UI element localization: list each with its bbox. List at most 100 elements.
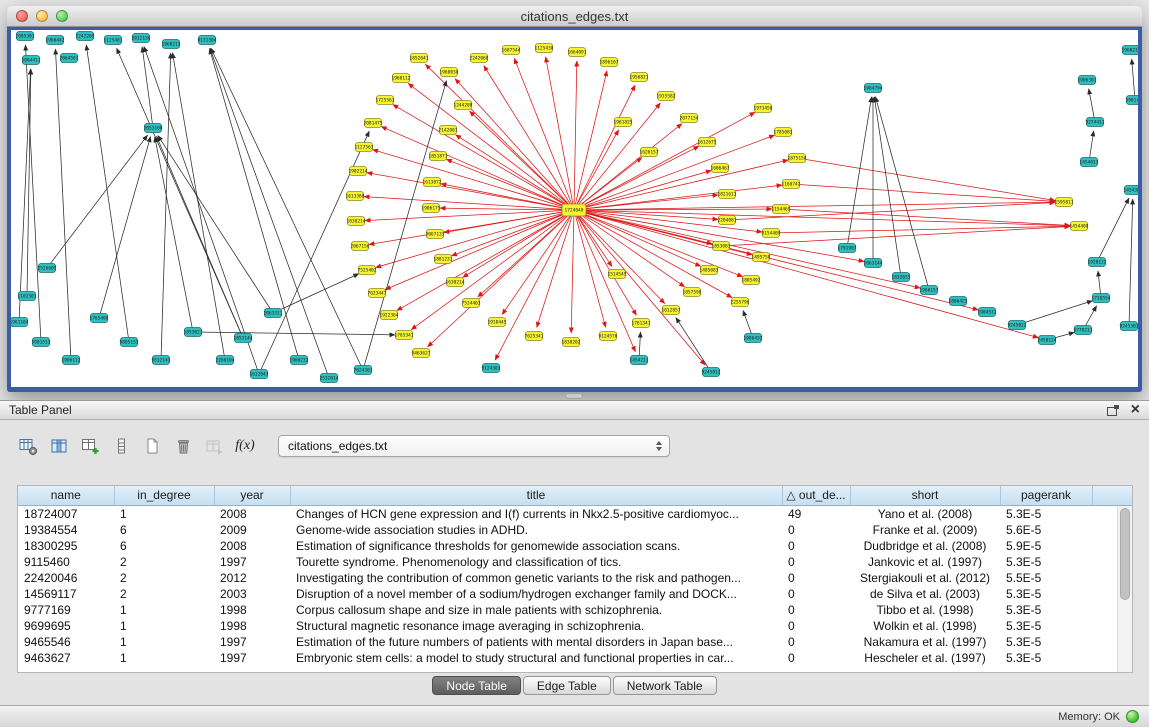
table-row[interactable]: 969969511998Structural magnetic resonanc… [18, 618, 1132, 634]
table-scrollbar[interactable] [1117, 506, 1132, 672]
graph-node[interactable]: 1961104 [11, 318, 29, 327]
graph-node[interactable]: 2142001 [439, 126, 458, 135]
table-row[interactable]: 1456911722003Disruption of a novel membe… [18, 586, 1132, 602]
graph-node[interactable]: 2012136 [132, 34, 151, 43]
graph-node[interactable]: 2077134 [680, 114, 699, 123]
tab-network-table[interactable]: Network Table [613, 676, 717, 695]
graph-node[interactable]: 1454408 [1070, 222, 1089, 231]
graph-node[interactable]: 1084411 [22, 56, 41, 65]
graph-node[interactable]: 1832015 [892, 273, 911, 282]
graph-node[interactable]: 1125401 [104, 36, 123, 45]
graph-node[interactable]: 1765408 [90, 314, 109, 323]
graph-node[interactable]: 9274411 [1086, 118, 1105, 127]
graph-node[interactable]: 1851871 [429, 152, 448, 161]
graph-node[interactable]: 2063311 [264, 309, 283, 318]
graph-node[interactable]: 1612857 [662, 306, 681, 315]
column-header[interactable]: in_degree [114, 486, 214, 505]
new-table-button[interactable] [138, 432, 166, 460]
close-window-button[interactable] [16, 10, 28, 22]
graph-node[interactable]: 2450124 [1038, 336, 1057, 345]
graph-node[interactable]: 9245301 [1120, 322, 1138, 331]
panel-splitter-handle[interactable] [565, 393, 583, 399]
graph-node[interactable]: 1791907 [838, 244, 857, 253]
graph-node[interactable]: 6770211 [1074, 326, 1093, 335]
graph-node[interactable]: 7624301 [354, 366, 373, 375]
column-header[interactable] [1092, 486, 1132, 505]
graph-node[interactable]: 1973458 [754, 104, 773, 113]
graph-node[interactable]: 1160742 [782, 180, 801, 189]
graph-node[interactable]: 2532014 [320, 374, 339, 383]
table-scrollbar-thumb[interactable] [1120, 508, 1130, 600]
graph-node[interactable]: 1613388 [346, 192, 365, 201]
column-header[interactable]: △ out_de... [782, 486, 850, 505]
graph-node[interactable]: 1853083 [712, 242, 731, 251]
table-row[interactable]: 1830029562008Estimation of significance … [18, 538, 1132, 554]
graph-node[interactable]: 9154409 [762, 229, 781, 238]
graph-node[interactable]: 1125438 [535, 44, 554, 53]
graph-node[interactable]: 7623447 [368, 289, 387, 298]
graph-node[interactable]: 1961825 [614, 118, 633, 127]
graph-node[interactable]: 1881231 [434, 255, 453, 264]
graph-node[interactable]: 1687544 [502, 46, 521, 55]
graph-node[interactable]: 1154469 [772, 205, 791, 214]
graph-node[interactable]: 1906301 [1078, 76, 1097, 85]
graph-node[interactable]: 1896107 [600, 58, 619, 67]
graph-node[interactable]: 2242269 [76, 32, 95, 41]
graph-node[interactable]: 1244208 [454, 101, 473, 110]
table-row[interactable]: 1872400712008Changes of HCN gene express… [18, 505, 1132, 522]
graph-node[interactable]: 1960232 [290, 356, 309, 365]
network-table-selector[interactable]: citations_edges.txt [278, 435, 670, 457]
graph-node[interactable]: 1761341 [632, 319, 651, 328]
graph-node[interactable]: 1915582 [657, 92, 676, 101]
graph-node[interactable]: 1765341 [395, 331, 414, 340]
graph-node[interactable]: 1724040 [562, 204, 586, 216]
window-titlebar[interactable]: citations_edges.txt [7, 6, 1142, 27]
graph-node[interactable]: 1806423 [949, 297, 968, 306]
row-selection-button[interactable] [107, 432, 135, 460]
graph-node[interactable]: 8131304 [198, 36, 217, 45]
graph-node[interactable]: 1922364 [380, 311, 399, 320]
graph-node[interactable]: 1595811 [1055, 198, 1074, 207]
graph-node[interactable]: 5901408 [1126, 96, 1138, 105]
graph-node[interactable]: 1956821 [630, 73, 649, 82]
graph-node[interactable]: 1960218 [1122, 46, 1138, 55]
graph-node[interactable]: 1454211 [630, 356, 649, 365]
column-header[interactable]: title [290, 486, 782, 505]
graph-node[interactable]: 1830214 [347, 217, 366, 226]
graph-node[interactable]: 7525402 [358, 266, 377, 275]
graph-node[interactable]: 1454013 [1080, 158, 1099, 167]
graph-node[interactable]: 2266104 [216, 356, 235, 365]
graph-node[interactable]: 1960442 [46, 36, 65, 45]
graph-node[interactable]: 1918445 [488, 318, 507, 327]
graph-node[interactable]: 9245022 [1008, 321, 1027, 330]
graph-node[interactable]: 9245012 [702, 368, 721, 377]
graph-node[interactable]: 5901513 [32, 338, 51, 347]
close-panel-icon[interactable]: × [1131, 403, 1140, 417]
graph-node[interactable]: 1904531 [978, 308, 997, 317]
graph-node[interactable]: 2063144 [864, 259, 883, 268]
graph-node[interactable]: 2064501 [60, 54, 79, 63]
graph-node[interactable]: 1960038 [440, 68, 459, 77]
zoom-window-button[interactable] [56, 10, 68, 22]
graph-node[interactable]: 9124301 [482, 364, 501, 373]
table-row[interactable]: 946362711997Embryonic stem cells: a mode… [18, 650, 1132, 666]
column-header[interactable]: year [214, 486, 290, 505]
graph-node[interactable]: 1613872 [423, 178, 442, 187]
graph-node[interactable]: 1857596 [683, 288, 702, 297]
table-row[interactable]: 977716911998Corpus callosum shape and si… [18, 602, 1132, 618]
graph-node[interactable]: 1710554 [1092, 294, 1111, 303]
graph-node[interactable]: 7524403 [462, 299, 481, 308]
graph-node[interactable]: 1102301 [18, 292, 37, 301]
graph-node[interactable]: 1852041 [410, 54, 429, 63]
graph-node[interactable]: 1495758 [752, 253, 771, 262]
graph-node[interactable]: 1984794 [864, 84, 883, 93]
graph-node[interactable]: 1626157 [640, 148, 659, 157]
import-table-button[interactable] [200, 432, 228, 460]
graph-node[interactable]: 1853021 [184, 328, 203, 337]
graph-node[interactable]: 1906432 [744, 334, 763, 343]
graph-node[interactable]: 1454307 [1124, 186, 1138, 195]
graph-node[interactable]: 1612043 [250, 370, 269, 379]
function-builder-button[interactable]: f(x) [231, 432, 259, 460]
tab-node-table[interactable]: Node Table [432, 676, 521, 695]
graph-node[interactable]: 2255796 [731, 298, 750, 307]
